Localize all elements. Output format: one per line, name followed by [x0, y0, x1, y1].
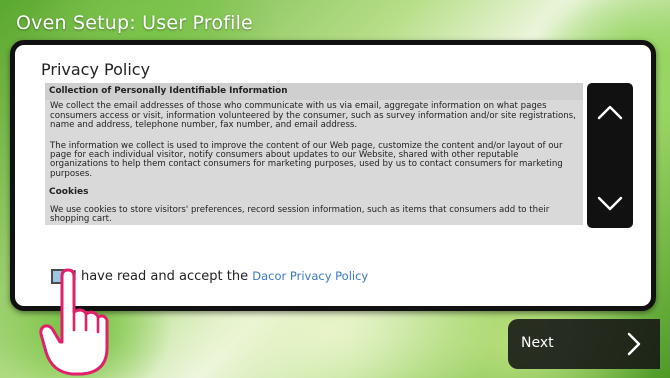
privacy-policy-link[interactable]: Dacor Privacy Policy	[252, 269, 368, 283]
tap-hand-icon	[39, 268, 109, 376]
dialog-title: Privacy Policy	[41, 60, 151, 79]
next-button-label: Next	[521, 335, 554, 351]
chevron-down-icon	[597, 196, 623, 211]
policy-paragraph: We use cookies to store visitors' prefer…	[50, 204, 550, 225]
policy-text-panel[interactable]: Collection of Personally Identifiable In…	[45, 83, 583, 225]
policy-heading-collection: Collection of Personally Identifiable In…	[45, 83, 583, 101]
policy-heading-cookies: Cookies	[49, 187, 89, 198]
scroll-up-button[interactable]	[587, 89, 633, 135]
page-title: Oven Setup: User Profile	[16, 12, 253, 34]
scroll-down-button[interactable]	[587, 181, 633, 227]
policy-paragraph: We collect the email addresses of those …	[50, 101, 576, 131]
chevron-up-icon	[597, 105, 623, 120]
chevron-right-icon	[627, 332, 641, 356]
next-button[interactable]: Next	[508, 319, 660, 369]
policy-paragraph: The information we collect is used to im…	[50, 140, 563, 179]
accept-policy-label: I have read and accept the Dacor Privacy…	[73, 269, 368, 284]
policy-scrollbar	[587, 83, 633, 228]
